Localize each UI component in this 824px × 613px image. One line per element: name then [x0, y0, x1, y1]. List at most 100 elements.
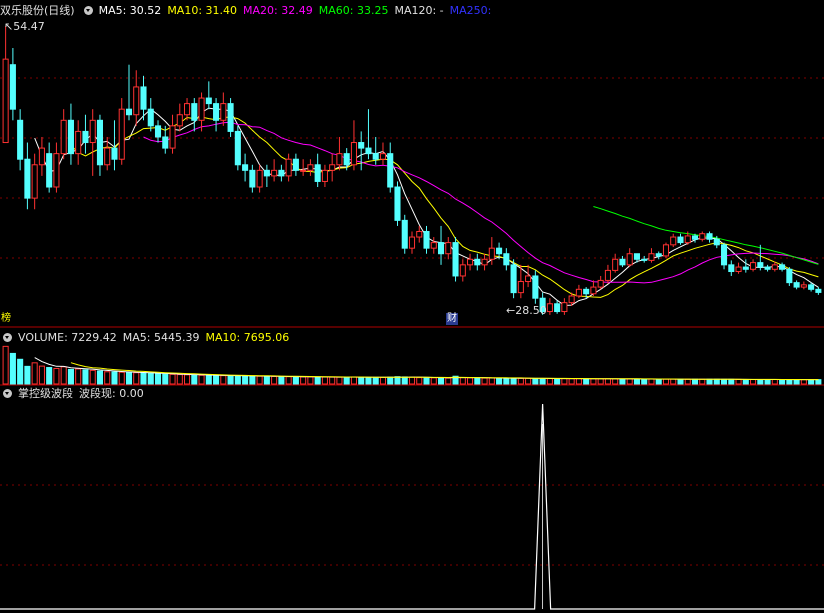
candle-body [227, 103, 234, 132]
ma120-label: MA120: - [394, 3, 444, 17]
volume-bar [96, 370, 104, 385]
volume-bar [162, 373, 169, 385]
candle-body [525, 275, 532, 283]
candle-body [358, 142, 365, 149]
candle-body [75, 130, 82, 155]
candle-body [517, 281, 524, 294]
volume-bar [691, 378, 699, 385]
candle-body [612, 258, 619, 271]
candle-body [2, 58, 9, 144]
candle-body [249, 169, 256, 188]
volume-bar [365, 376, 372, 385]
candle-body [125, 108, 133, 116]
candle-body [416, 230, 423, 238]
candle-body [452, 242, 459, 277]
candle-body [234, 130, 241, 166]
ma250-label: MA250: [449, 3, 492, 17]
volume-bar [648, 378, 655, 385]
volume-bar [379, 377, 387, 385]
candle-body [568, 295, 575, 304]
candle-body [481, 258, 488, 266]
ma5-label: MA5: 30.52 [98, 3, 162, 17]
stock-name: 双乐股份(日线) [0, 4, 75, 17]
volume-bar [111, 371, 118, 385]
candle-body [17, 119, 24, 160]
volume-bar [31, 362, 38, 385]
candle-body [184, 103, 191, 116]
volume-bar [17, 358, 24, 385]
candle-body [220, 103, 227, 121]
candle-body [626, 253, 633, 266]
volume-bar [619, 378, 626, 385]
volume-bar [764, 379, 771, 385]
volume-bar [104, 371, 111, 385]
volume-bar [583, 378, 590, 385]
candle-body [82, 130, 89, 144]
volume-bar [597, 378, 604, 385]
candle-body [430, 242, 437, 249]
candle-body [648, 253, 655, 261]
candle-body [329, 164, 336, 171]
candle-body [372, 153, 379, 160]
candle-body [437, 242, 445, 255]
volume-bar [9, 352, 16, 385]
candle-body [147, 108, 154, 127]
volume-bar [532, 377, 539, 385]
candle-body [633, 253, 640, 260]
volume-bar [720, 378, 728, 385]
finance-tag[interactable]: 财 [446, 313, 458, 325]
candle-body [24, 158, 31, 199]
candle-body [793, 282, 800, 288]
volume-bar [176, 374, 183, 385]
volume-bar [779, 379, 786, 385]
candle-body [691, 235, 699, 240]
volume-bar [125, 371, 133, 385]
volume-bar [60, 366, 67, 385]
volume-bar [53, 367, 60, 385]
volume-bar [488, 377, 495, 385]
volume-bar [140, 372, 147, 385]
volume-bar [467, 377, 474, 385]
candle-body [808, 284, 815, 290]
volume-bar [169, 373, 176, 385]
candle-body [278, 169, 285, 177]
volume-bar [321, 376, 328, 385]
candle-body [198, 97, 205, 121]
candle-body [285, 158, 292, 177]
volume-bar [670, 378, 677, 385]
candle-body [89, 119, 96, 144]
volume-bar [699, 378, 706, 385]
stock-chart-canvas [0, 26, 824, 610]
candle-body [459, 264, 466, 277]
ma10-line [70, 116, 819, 298]
volume-bar [517, 377, 524, 385]
volume-bar [387, 376, 394, 385]
dropdown-circle-icon[interactable] [83, 5, 93, 15]
volume-bar [445, 377, 452, 385]
volume-bar [394, 376, 401, 385]
candle-body [771, 264, 778, 270]
volume-bar [808, 379, 815, 385]
candle-body [561, 302, 568, 313]
volume-bar [234, 375, 241, 385]
volume-bar [423, 377, 430, 385]
volume-bar [285, 376, 292, 385]
candle-body [321, 169, 328, 182]
candle-body [162, 136, 169, 149]
volume-bar [742, 379, 749, 385]
candle-body [408, 236, 416, 249]
indicator-dropdown-icon[interactable] [3, 388, 12, 398]
candle-body [67, 119, 74, 155]
candle-body [350, 142, 357, 166]
volume-bar [314, 376, 321, 385]
candle-body [786, 268, 793, 284]
volume-bar [561, 378, 568, 385]
volume-bar [684, 378, 691, 385]
volume-bar [300, 376, 307, 385]
volume-bar [706, 378, 713, 385]
volume-dropdown-icon[interactable] [3, 332, 12, 342]
candle-body [670, 236, 677, 246]
indicator-value: 波段现: 0.00 [79, 387, 144, 400]
volume-bar [89, 369, 96, 385]
left-tag[interactable]: 榜 [0, 313, 12, 325]
